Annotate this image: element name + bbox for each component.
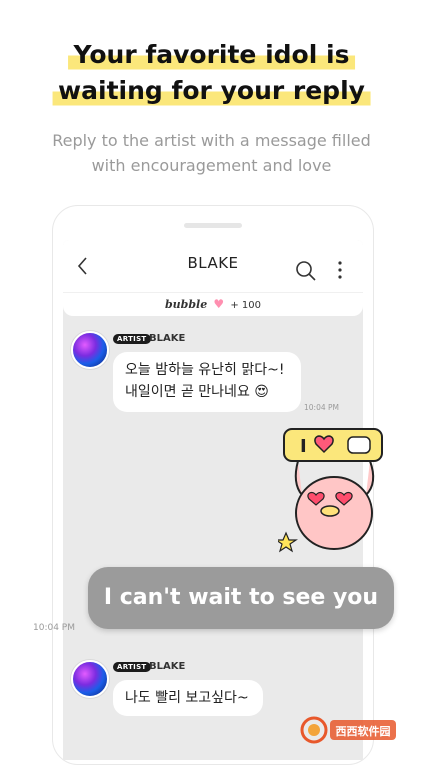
sender-name: BLAKE: [149, 333, 186, 344]
more-vertical-icon[interactable]: [334, 260, 346, 280]
watermark-logo: 西西软件园: [300, 716, 396, 744]
message-time: 10:04 PM: [304, 403, 339, 412]
message-bubble[interactable]: 오늘 밤하늘 유난히 맑다~! 내일이면 곧 만나네요 😍: [113, 352, 301, 412]
bubble-brand: bubble: [164, 298, 208, 311]
svg-text:西西软件园: 西西软件园: [336, 724, 391, 738]
search-icon[interactable]: [295, 260, 317, 282]
svg-text:I: I: [300, 436, 307, 457]
subheadline-line-1: Reply to the artist with a message fille…: [52, 131, 371, 150]
phone-speaker: [184, 223, 242, 228]
sticker-icon[interactable]: I: [278, 425, 390, 555]
sender-name: BLAKE: [149, 661, 186, 672]
my-message-time: 10:04 PM: [33, 623, 75, 633]
headline-line-2: waiting for your reply: [52, 74, 371, 108]
bubble-bar: bubble ♥ + 100: [63, 292, 363, 316]
bubble-count: + 100: [230, 300, 262, 311]
my-message-bubble[interactable]: I can't wait to see you: [88, 567, 394, 629]
message-line-1: 나도 빨리 보고싶다~: [125, 690, 249, 706]
headline-line-1: Your favorite idol is: [67, 38, 356, 72]
artist-tag: ARTIST: [113, 334, 151, 344]
subheadline-line-2: with encouragement and love: [91, 156, 332, 175]
message-line-2: 내일이면 곧 만나네요 😍: [125, 384, 269, 400]
chat-title: BLAKE: [187, 254, 239, 272]
artist-tag: ARTIST: [113, 662, 151, 672]
app-bar: BLAKE: [63, 240, 363, 292]
avatar[interactable]: [71, 660, 109, 698]
heart-icon: ♥: [213, 297, 225, 311]
avatar[interactable]: [71, 331, 109, 369]
message-bubble[interactable]: 나도 빨리 보고싶다~: [113, 680, 263, 716]
message-line-1: 오늘 밤하늘 유난히 맑다~!: [125, 362, 285, 378]
